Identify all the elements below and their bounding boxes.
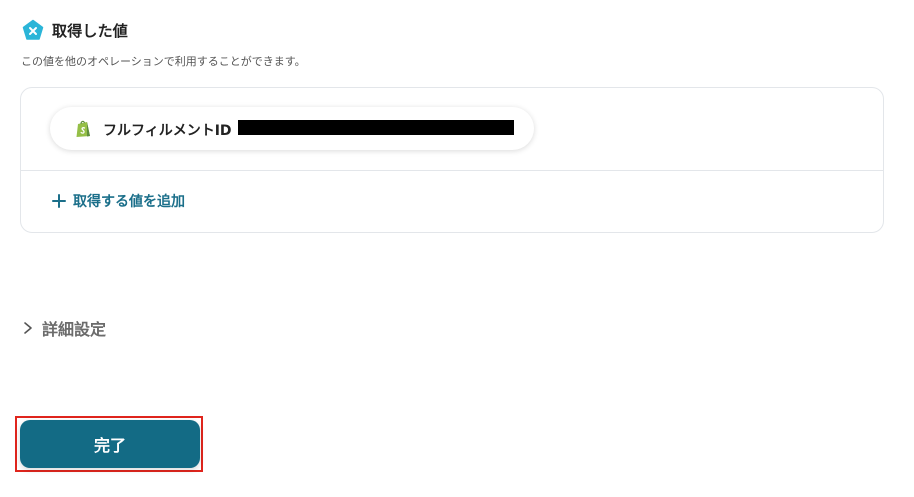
pentagon-x-icon <box>22 19 44 40</box>
add-value-label: 取得する値を追加 <box>73 194 185 210</box>
section-description: この値を他のオペレーションで利用することができます。 <box>21 55 306 68</box>
values-card: フルフィルメントID 取得する値を追加 <box>20 87 884 233</box>
done-button[interactable]: 完了 <box>20 420 200 468</box>
plus-icon <box>52 194 66 208</box>
card-divider <box>21 170 883 171</box>
value-chip[interactable]: フルフィルメントID <box>50 107 534 150</box>
details-label: 詳細設定 <box>42 320 107 339</box>
chevron-right-icon <box>24 322 32 334</box>
shopify-icon <box>76 120 90 137</box>
section-title: 取得した値 <box>52 21 129 40</box>
details-toggle[interactable]: 詳細設定 <box>22 316 106 340</box>
add-value-link[interactable]: 取得する値を追加 <box>52 191 185 211</box>
value-chip-label: フルフィルメントID <box>103 123 232 139</box>
redacted-value <box>238 120 514 135</box>
section-header: 取得した値 <box>22 19 128 41</box>
